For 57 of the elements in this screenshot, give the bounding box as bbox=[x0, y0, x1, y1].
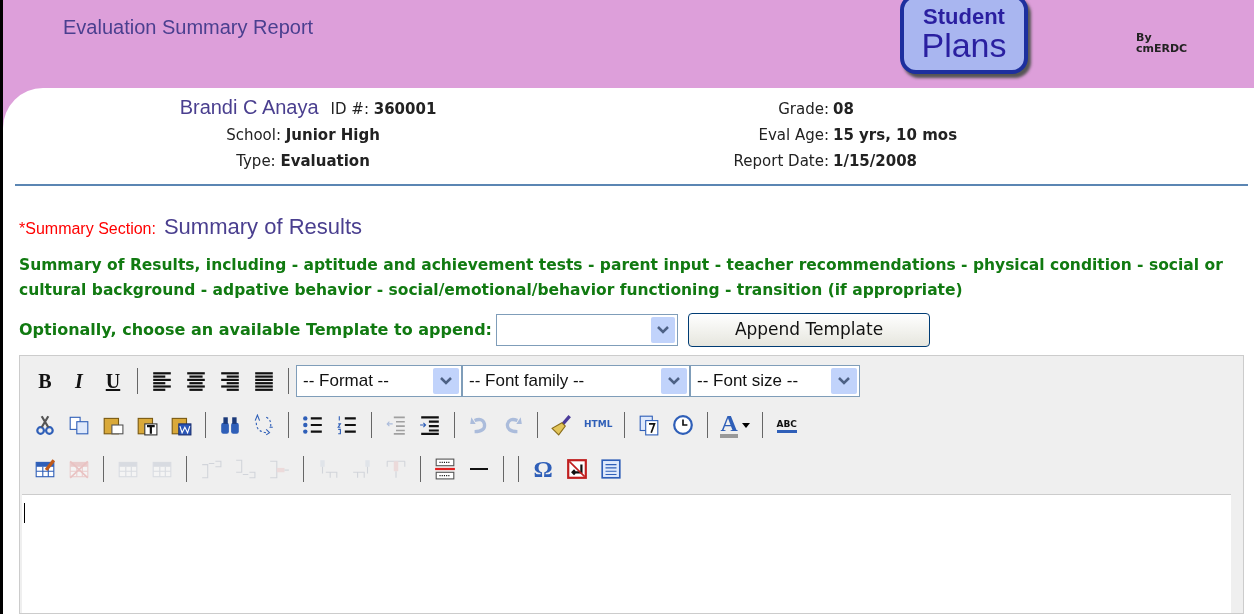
report-date-field: Report Date: 1/15/2008 bbox=[703, 148, 1003, 174]
copy-icon bbox=[68, 414, 90, 436]
table-delete-icon bbox=[68, 458, 90, 480]
student-name: Brandi C Anaya bbox=[179, 95, 319, 120]
required-label: *Summary Section: bbox=[19, 219, 156, 239]
align-right-icon bbox=[219, 370, 241, 392]
eval-age-field: Eval Age: 15 yrs, 10 mos bbox=[703, 122, 1003, 148]
text-block-icon bbox=[600, 458, 622, 480]
justify-icon bbox=[253, 370, 275, 392]
outdent-icon bbox=[385, 414, 407, 436]
html-source-button[interactable]: HTML bbox=[580, 410, 617, 440]
numbered-list-icon bbox=[336, 414, 358, 436]
grade-field: Grade: 08 bbox=[703, 96, 1003, 122]
section-instructions: Summary of Results, including - aptitude and achievement tests - parent input - teacher recommendations - physical condition - social or cultural background - adpative behavior - social/emotional/behavior functioning - transition (if appropriate) bbox=[18, 255, 1224, 301]
align-left-icon bbox=[151, 370, 173, 392]
insert-row-before-icon bbox=[200, 458, 222, 480]
table-pencil-icon bbox=[34, 458, 56, 480]
replace-arrows-icon bbox=[253, 414, 275, 436]
delete-column-icon bbox=[385, 458, 407, 480]
broom-icon bbox=[551, 414, 573, 436]
template-label: Optionally, choose an available Template to append: bbox=[19, 319, 492, 341]
font-family-dropdown[interactable]: -- Font family -- bbox=[462, 365, 690, 397]
student-id: ID #: 360001 bbox=[330, 99, 437, 120]
indent-icon bbox=[419, 414, 441, 436]
page-break-icon bbox=[434, 458, 456, 480]
type-field: Type: Evaluation bbox=[236, 148, 370, 174]
clock-icon bbox=[672, 414, 695, 436]
school-field: School: Junior High bbox=[226, 122, 380, 148]
font-color-button[interactable]: A bbox=[716, 410, 754, 440]
spellcheck-button[interactable]: ABC bbox=[770, 410, 803, 440]
font-size-dropdown[interactable]: -- Font size -- bbox=[690, 365, 860, 397]
text-cursor bbox=[24, 503, 25, 523]
bulleted-list-icon bbox=[302, 414, 324, 436]
underline-button[interactable]: U bbox=[97, 366, 129, 396]
delete-row-icon bbox=[268, 458, 290, 480]
section-name: Summary of Results bbox=[163, 213, 362, 241]
scissors-icon bbox=[34, 414, 56, 436]
italic-button[interactable]: I bbox=[63, 366, 95, 396]
format-dropdown[interactable]: -- Format -- bbox=[296, 365, 462, 397]
logo-text: Student bbox=[923, 6, 1005, 28]
logo-company: cmERDC bbox=[1136, 43, 1188, 54]
caret-icon bbox=[741, 422, 750, 428]
logo-byline: By bbox=[1136, 32, 1152, 43]
insert-column-after-icon bbox=[351, 458, 373, 480]
logo-text: Plans bbox=[921, 28, 1007, 62]
special-character-button[interactable]: Ω bbox=[527, 454, 559, 484]
insert-column-before-icon bbox=[317, 458, 339, 480]
template-dropdown[interactable] bbox=[496, 314, 678, 346]
page-title: Evaluation Summary Report bbox=[63, 15, 314, 40]
horizontal-rule-icon bbox=[468, 468, 490, 470]
binoculars-icon bbox=[219, 414, 241, 436]
insert-row-after-icon bbox=[234, 458, 256, 480]
calendar-icon bbox=[638, 414, 661, 436]
append-template-button[interactable]: Append Template bbox=[688, 313, 930, 347]
nonbreaking-space-icon bbox=[566, 458, 588, 480]
align-center-icon bbox=[185, 370, 207, 392]
bold-button[interactable]: B bbox=[29, 366, 61, 396]
